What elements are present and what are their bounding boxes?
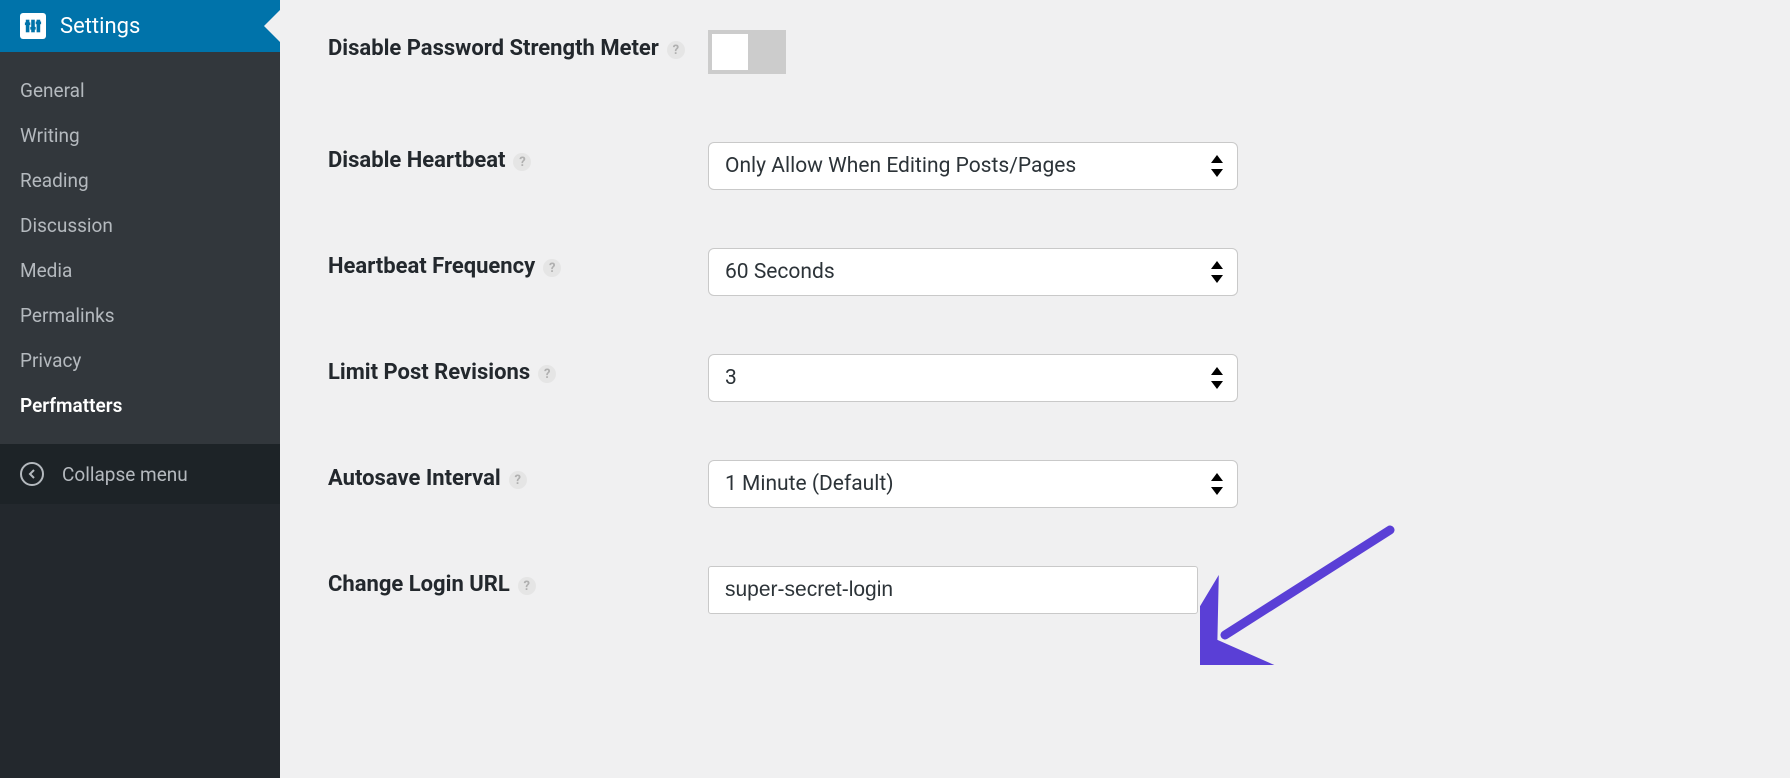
select-arrows-icon [1211,367,1223,389]
help-icon[interactable]: ? [538,365,556,383]
label-disable-password-meter: Disable Password Strength Meter ? [328,30,708,61]
admin-sidebar: Settings General Writing Reading Discuss… [0,0,280,778]
row-disable-heartbeat: Disable Heartbeat ? Only Allow When Edit… [328,142,1742,190]
help-icon[interactable]: ? [518,577,536,595]
collapse-menu-label: Collapse menu [62,463,188,486]
sidebar-item-reading[interactable]: Reading [0,158,280,203]
select-arrows-icon [1211,155,1223,177]
sidebar-item-media[interactable]: Media [0,248,280,293]
sidebar-item-label: Privacy [20,349,81,372]
sidebar-menu: General Writing Reading Discussion Media… [0,52,280,444]
settings-icon [20,13,46,39]
sidebar-item-perfmatters[interactable]: Perfmatters [0,383,280,428]
select-autosave-interval[interactable]: 1 Minute (Default) [708,460,1238,508]
row-limit-post-revisions: Limit Post Revisions ? 3 [328,354,1742,402]
row-heartbeat-frequency: Heartbeat Frequency ? 60 Seconds [328,248,1742,296]
select-arrows-icon [1211,261,1223,283]
select-heartbeat-frequency[interactable]: 60 Seconds [708,248,1238,296]
sidebar-item-permalinks[interactable]: Permalinks [0,293,280,338]
sidebar-item-general[interactable]: General [0,68,280,113]
row-disable-password-meter: Disable Password Strength Meter ? [328,30,1742,74]
sidebar-header-settings[interactable]: Settings [0,0,280,52]
toggle-disable-password-meter[interactable] [708,30,786,74]
sidebar-item-label: Discussion [20,214,113,237]
select-value: 1 Minute (Default) [725,472,894,496]
select-limit-post-revisions[interactable]: 3 [708,354,1238,402]
select-value: 3 [725,366,737,390]
select-arrows-icon [1211,473,1223,495]
row-change-login-url: Change Login URL ? [328,566,1742,614]
label-limit-post-revisions: Limit Post Revisions ? [328,354,708,385]
collapse-icon [20,462,44,486]
help-icon[interactable]: ? [513,153,531,171]
select-value: Only Allow When Editing Posts/Pages [725,154,1076,178]
help-icon[interactable]: ? [543,259,561,277]
select-disable-heartbeat[interactable]: Only Allow When Editing Posts/Pages [708,142,1238,190]
main-content: Disable Password Strength Meter ? Disabl… [280,0,1790,778]
label-change-login-url: Change Login URL ? [328,566,708,597]
sidebar-item-discussion[interactable]: Discussion [0,203,280,248]
sidebar-item-label: Writing [20,124,80,147]
row-autosave-interval: Autosave Interval ? 1 Minute (Default) [328,460,1742,508]
label-autosave-interval: Autosave Interval ? [328,460,708,491]
label-heartbeat-frequency: Heartbeat Frequency ? [328,248,708,279]
sidebar-item-label: Permalinks [20,304,115,327]
sidebar-item-privacy[interactable]: Privacy [0,338,280,383]
help-icon[interactable]: ? [509,471,527,489]
sidebar-item-label: Reading [20,169,89,192]
sidebar-item-label: Media [20,259,72,282]
label-disable-heartbeat: Disable Heartbeat ? [328,142,708,173]
sidebar-item-label: General [20,79,85,102]
help-icon[interactable]: ? [667,41,685,59]
sidebar-item-writing[interactable]: Writing [0,113,280,158]
sidebar-item-label: Perfmatters [20,394,122,417]
select-value: 60 Seconds [725,260,835,284]
toggle-handle [712,34,748,70]
input-change-login-url[interactable] [708,566,1198,614]
collapse-menu-button[interactable]: Collapse menu [0,444,280,504]
sidebar-header-label: Settings [60,14,140,39]
